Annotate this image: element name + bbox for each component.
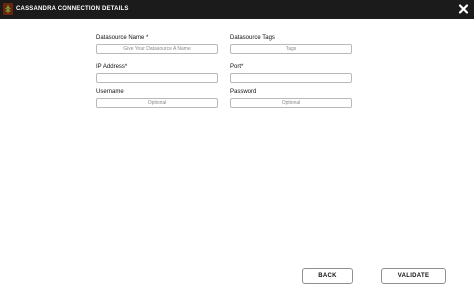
port-input[interactable]: [230, 73, 352, 83]
password-label: Password: [230, 89, 257, 95]
datasource-tags-label: Datasource Tags: [230, 35, 275, 41]
page-title: CASSANDRA CONNECTION DETAILS: [16, 6, 129, 12]
back-button[interactable]: BACK: [302, 268, 353, 284]
username-label: Username: [96, 89, 124, 95]
close-icon[interactable]: [458, 3, 469, 15]
connection-details-page: CASSANDRA CONNECTION DETAILS Datasource …: [0, 0, 474, 296]
password-input[interactable]: [230, 98, 352, 108]
header-bar: CASSANDRA CONNECTION DETAILS: [0, 0, 474, 19]
ip-address-label: IP Address*: [96, 64, 128, 70]
ip-address-input[interactable]: [96, 73, 218, 83]
datasource-name-input[interactable]: [96, 44, 218, 54]
datasource-name-label: Datasource Name *: [96, 35, 149, 41]
port-label: Port*: [230, 64, 244, 70]
validate-button[interactable]: VALIDATE: [381, 268, 446, 284]
username-input[interactable]: [96, 98, 218, 108]
datasource-tags-input[interactable]: [230, 44, 352, 54]
cassandra-logo-icon: [3, 3, 13, 15]
